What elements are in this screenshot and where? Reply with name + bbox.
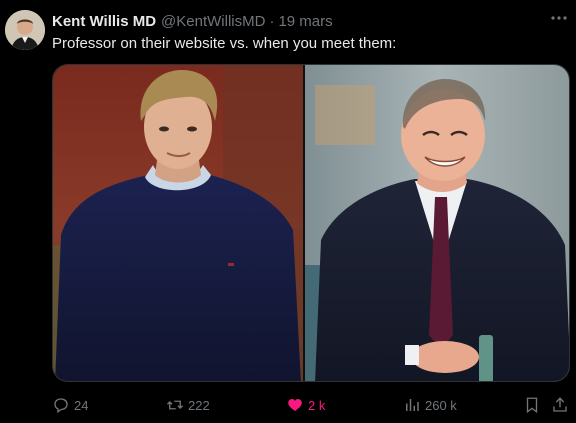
view-count: 260 k (425, 397, 457, 413)
heart-icon (288, 399, 302, 411)
tweet[interactable]: Kent Willis MD @KentWillisMD · 19 mars P… (0, 0, 576, 423)
like-count: 2 k (308, 397, 326, 413)
share-icon (553, 397, 567, 412)
post-date[interactable]: 19 mars (278, 13, 332, 30)
reply-button[interactable]: 24 (52, 395, 88, 415)
action-bar: 24 222 2 k 260 k (52, 393, 572, 417)
reply-count: 24 (74, 397, 89, 413)
post-image[interactable] (52, 64, 570, 382)
share-button[interactable] (551, 395, 573, 415)
views-button[interactable]: 260 k (403, 395, 457, 415)
retweet-icon (167, 400, 183, 410)
author-name[interactable]: Kent Willis MD (52, 13, 156, 30)
more-icon[interactable] (548, 8, 570, 28)
post-text: Professor on their website vs. when you … (52, 35, 397, 52)
like-button[interactable]: 2 k (286, 395, 325, 415)
views-icon (406, 399, 419, 411)
tweet-header: Kent Willis MD @KentWillisMD · 19 mars (52, 11, 560, 31)
retweet-button[interactable]: 222 (166, 395, 210, 415)
separator-dot: · (269, 12, 275, 30)
author-handle[interactable]: @KentWillisMD (161, 13, 265, 30)
bookmark-button[interactable] (523, 395, 545, 415)
reply-icon (54, 398, 68, 414)
retweet-count: 222 (188, 397, 210, 413)
avatar[interactable] (5, 10, 45, 50)
bookmark-icon (526, 397, 538, 414)
